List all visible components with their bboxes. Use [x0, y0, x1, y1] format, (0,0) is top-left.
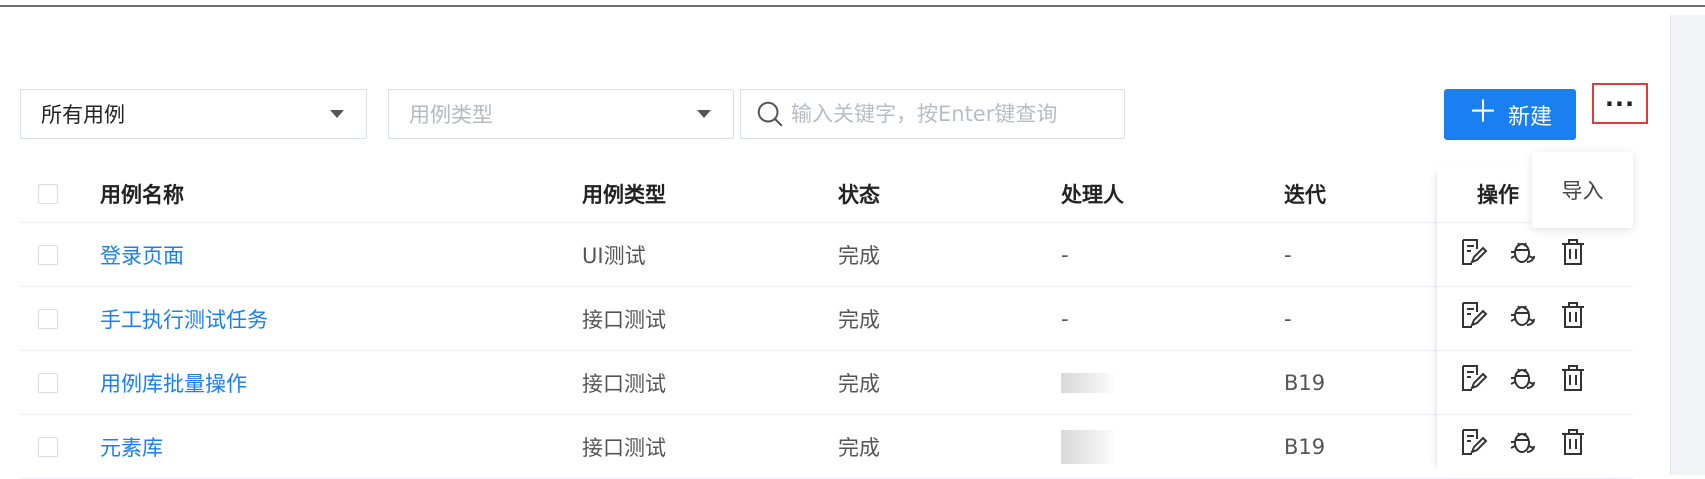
plus-icon: ＋	[1467, 95, 1498, 130]
bug-icon[interactable]	[1507, 362, 1539, 394]
new-button-label: 新建	[1507, 104, 1552, 130]
more-dropdown: 导入	[1532, 152, 1633, 228]
row-actions	[1457, 236, 1589, 268]
search-icon	[757, 101, 783, 127]
case-owner	[1061, 351, 1117, 414]
header-iteration: 迭代	[1284, 182, 1326, 207]
row-checkbox[interactable]	[38, 308, 58, 329]
case-owner: -	[1061, 242, 1069, 267]
case-iteration: -	[1284, 306, 1292, 331]
case-type: 接口测试	[582, 435, 666, 460]
case-type: 接口测试	[582, 371, 666, 396]
row-checkbox[interactable]	[38, 436, 58, 457]
case-name-link[interactable]: 用例库批量操作	[100, 351, 247, 414]
redacted-avatar	[1061, 372, 1117, 393]
case-type-placeholder: 用例类型	[409, 103, 493, 127]
header-status: 状态	[838, 182, 880, 207]
more-button[interactable]: ···	[1592, 83, 1648, 124]
table-row: 用例库批量操作 接口测试 完成 B19	[20, 351, 1633, 415]
case-scope-value: 所有用例	[41, 103, 125, 127]
edit-icon[interactable]	[1457, 299, 1489, 331]
select-all-checkbox[interactable]	[38, 183, 58, 204]
caret-down-icon	[330, 110, 344, 118]
redacted-avatar	[1061, 429, 1117, 464]
case-name-link[interactable]: 登录页面	[100, 223, 184, 286]
bug-icon[interactable]	[1507, 299, 1539, 331]
case-status: 完成	[838, 435, 880, 460]
edit-icon[interactable]	[1457, 426, 1489, 458]
window-border	[0, 5, 1705, 7]
case-owner: -	[1061, 306, 1069, 331]
trash-icon[interactable]	[1557, 426, 1589, 458]
row-checkbox[interactable]	[38, 372, 58, 393]
import-menu-item[interactable]: 导入	[1562, 175, 1604, 205]
row-actions	[1457, 362, 1589, 394]
edit-icon[interactable]	[1457, 362, 1489, 394]
case-type: 接口测试	[582, 307, 666, 332]
case-status: 完成	[838, 243, 880, 268]
caret-down-icon	[697, 110, 711, 118]
case-status: 完成	[838, 307, 880, 332]
table-row: 手工执行测试任务 接口测试 完成 - -	[20, 287, 1633, 351]
bug-icon[interactable]	[1507, 236, 1539, 268]
case-type: UI测试	[582, 243, 646, 268]
trash-icon[interactable]	[1557, 362, 1589, 394]
case-owner	[1061, 415, 1117, 478]
search-box[interactable]	[740, 89, 1125, 139]
case-name-link[interactable]: 元素库	[100, 415, 163, 478]
new-button[interactable]: ＋ 新建	[1444, 89, 1576, 140]
header-owner: 处理人	[1061, 182, 1124, 207]
search-input[interactable]	[791, 102, 1121, 126]
more-icon: ···	[1604, 89, 1636, 118]
table-header: 用例名称 用例类型 状态 处理人 迭代 操作	[20, 165, 1633, 223]
header-case-name: 用例名称	[100, 182, 184, 207]
case-status: 完成	[838, 371, 880, 396]
trash-icon[interactable]	[1557, 236, 1589, 268]
header-case-type: 用例类型	[582, 182, 666, 207]
header-actions: 操作	[1477, 182, 1519, 207]
case-iteration: B19	[1284, 370, 1326, 395]
trash-icon[interactable]	[1557, 299, 1589, 331]
case-iteration: -	[1284, 242, 1292, 267]
row-actions	[1457, 426, 1589, 458]
case-name-link[interactable]: 手工执行测试任务	[100, 287, 268, 350]
table-row: 登录页面 UI测试 完成 - -	[20, 223, 1633, 287]
case-scope-select[interactable]: 所有用例	[20, 89, 367, 139]
row-checkbox[interactable]	[38, 244, 58, 265]
table-row: 元素库 接口测试 完成 B19	[20, 415, 1633, 479]
case-type-select[interactable]: 用例类型	[388, 89, 734, 139]
edit-icon[interactable]	[1457, 236, 1489, 268]
bug-icon[interactable]	[1507, 426, 1539, 458]
scrollbar[interactable]	[1670, 15, 1705, 475]
case-table: 用例名称 用例类型 状态 处理人 迭代 操作 登录页面 UI测试 完成 - - …	[20, 165, 1633, 479]
row-actions	[1457, 299, 1589, 331]
case-iteration: B19	[1284, 434, 1326, 459]
